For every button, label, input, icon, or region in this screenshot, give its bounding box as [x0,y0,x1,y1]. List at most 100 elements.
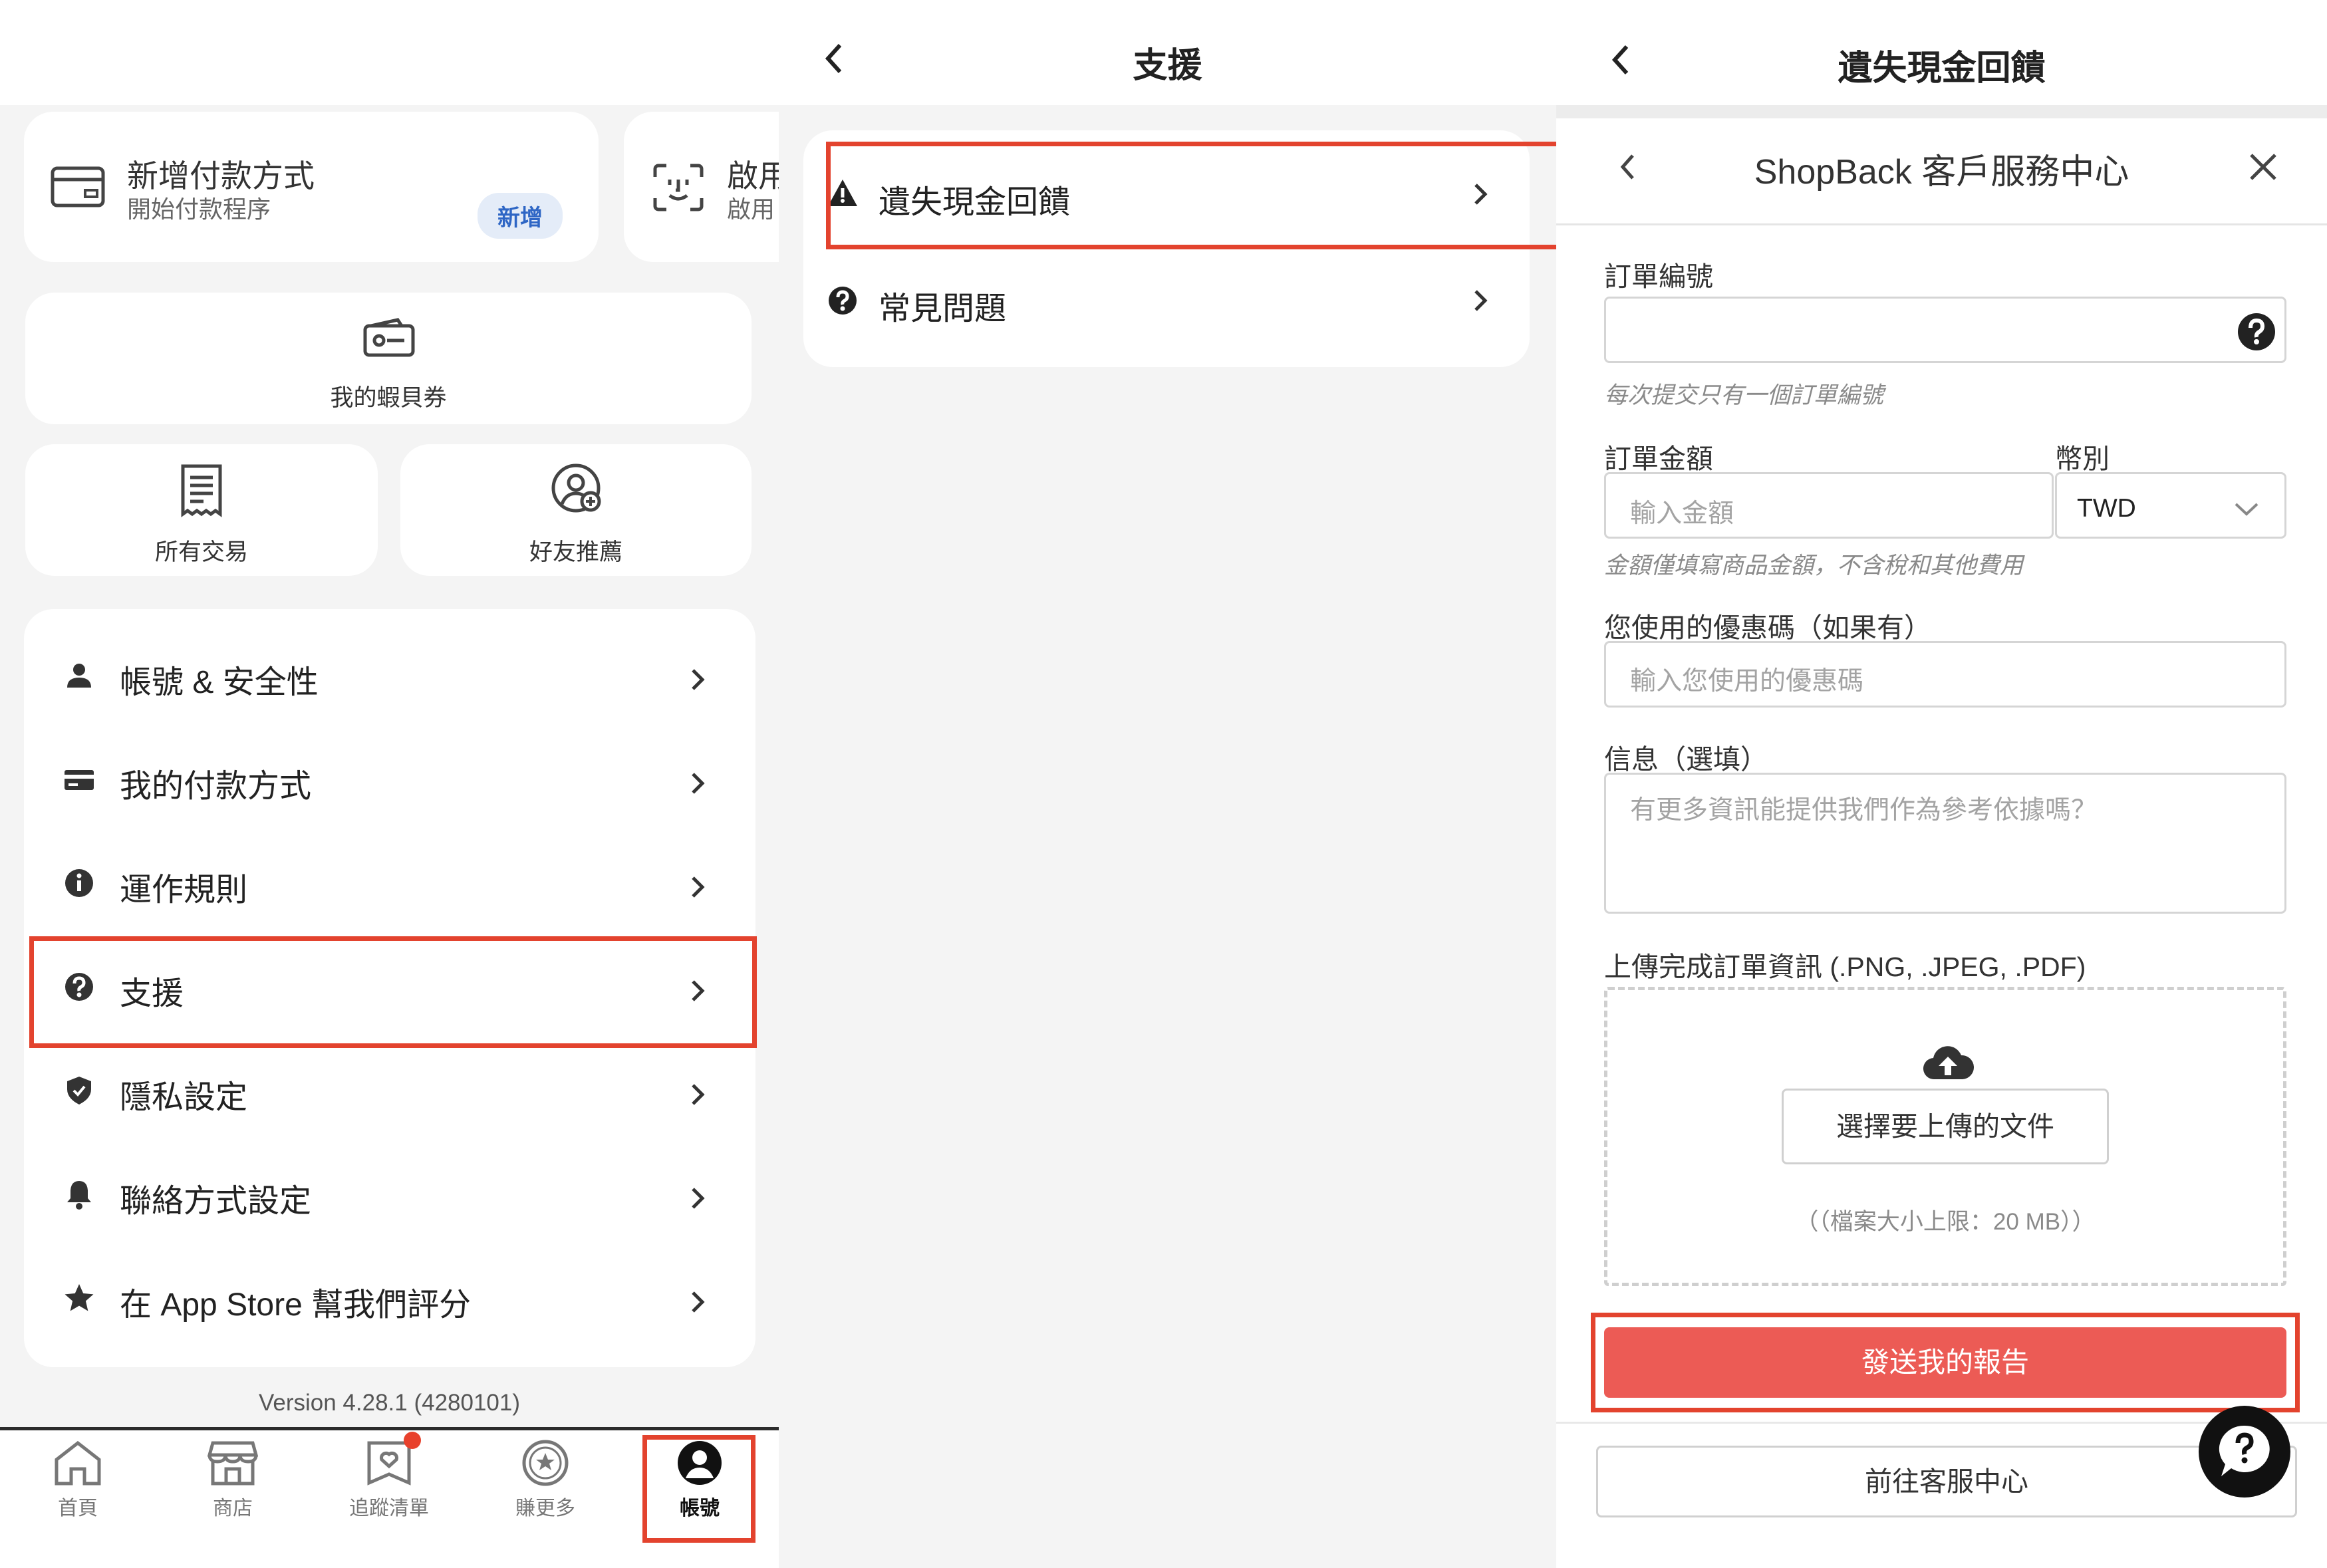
message-label: 信息（選填） [1604,744,1768,775]
sheet-divider [1556,223,2327,225]
home-icon [53,1440,103,1486]
add-payment-card[interactable]: 新增付款方式 開始付款程序 新增 [24,112,599,262]
help-icon [827,285,859,317]
lost-cashback-highlight-box [826,142,1556,249]
chat-help-button[interactable] [2199,1406,2290,1498]
chevron-right-icon [689,1081,706,1108]
transactions-label: 所有交易 [154,539,248,565]
card-icon [63,763,95,795]
coupon-placeholder: 輸入您使用的優惠碼 [1630,667,1864,696]
page-title: 遺失現金回饋 [1838,49,2046,88]
chevron-right-icon [1472,287,1489,314]
page-title: 支援 [1133,47,1202,85]
notification-dot [404,1432,421,1449]
referral-label: 好友推薦 [529,539,622,565]
menu-item-privacy[interactable]: 隱私設定 [0,1041,730,1145]
currency-label: 幣別 [2055,444,2110,474]
amount-label: 訂單金額 [1604,444,1713,474]
app-version: Version 4.28.1 (4280101) [258,1390,521,1416]
menu-label: 聯絡方式設定 [120,1184,312,1219]
tab-label: 追蹤清單 [349,1498,429,1519]
chat-help-icon [2217,1423,2272,1480]
sheet-title: ShopBack 客戶服務中心 [1754,153,2129,192]
account-panel: 新增付款方式 開始付款程序 新增 啟用 啟用 我的蝦貝券 所有交易 好友推薦 帳… [0,0,779,1568]
menu-item-rules[interactable]: 運作規則 [0,834,730,938]
vouchers-tile[interactable]: 我的蝦貝券 [25,293,752,424]
add-friend-icon [551,463,604,516]
tab-label: 首頁 [58,1498,98,1519]
order-id-label: 訂單編號 [1604,261,1713,292]
tab-earn-more[interactable]: 賺更多 [492,1440,599,1521]
choose-file-button[interactable]: 選擇要上傳的文件 [1782,1089,2109,1164]
payment-card-icon [51,166,105,207]
sheet-backdrop [1556,105,2327,118]
transactions-tile[interactable]: 所有交易 [25,444,378,576]
currency-select[interactable]: TWD [2055,472,2286,539]
message-textarea[interactable]: 有更多資訊能提供我們作為參考依據嗎？ [1604,773,2286,914]
chevron-right-icon [689,1185,706,1212]
cloud-upload-icon [1921,1045,1975,1082]
file-size-limit: （（檔案大小上限：20 MB）） [1795,1209,2096,1235]
chevron-right-icon [689,770,706,797]
amount-placeholder: 輸入金額 [1630,499,1734,528]
tab-watchlist[interactable]: 追蹤清單 [336,1432,442,1521]
amount-input[interactable]: 輸入金額 [1604,472,2054,539]
faceid-title: 啟用 [727,158,779,194]
menu-item-payment-methods[interactable]: 我的付款方式 [0,730,730,834]
upload-label: 上傳完成訂單資訊 (.PNG, .JPEG, .PDF) [1604,952,2086,982]
close-icon[interactable] [2248,152,2278,182]
currency-value: TWD [2077,494,2136,523]
account-tab-highlight-box [642,1435,755,1543]
tab-home[interactable]: 首頁 [25,1440,131,1521]
star-icon [63,1282,95,1314]
faceid-subtitle: 啟用 [727,196,775,223]
upload-dropzone[interactable]: 選擇要上傳的文件 （（檔案大小上限：20 MB）） [1604,987,2286,1286]
submit-highlight-box [1591,1313,2300,1412]
support-item-faq[interactable]: 常見問題 [821,251,1508,351]
status-area [0,0,779,105]
watchlist-icon [364,1432,421,1486]
referral-tile[interactable]: 好友推薦 [400,444,752,576]
menu-item-account-security[interactable]: 帳號 & 安全性 [0,626,730,730]
faceid-card[interactable]: 啟用 啟用 [624,112,779,262]
chevron-right-icon [689,666,706,693]
info-icon [63,867,95,899]
payment-card-subtitle: 開始付款程序 [127,196,271,223]
menu-item-rate-app[interactable]: 在 App Store 幫我們評分 [0,1249,730,1353]
receipt-icon [180,464,223,517]
earn-icon [520,1440,571,1486]
chevron-down-icon [2233,501,2260,518]
help-center-button[interactable]: 前往客服中心 [1596,1446,2297,1517]
tab-label: 商店 [213,1498,253,1519]
message-placeholder: 有更多資訊能提供我們作為參考依據嗎？ [1630,796,2098,825]
person-icon [63,660,95,692]
store-icon [207,1440,258,1486]
menu-label: 運作規則 [120,872,248,908]
order-id-hint: 每次提交只有一個訂單編號 [1604,382,1884,408]
coupon-label: 您使用的優惠碼（如果有） [1604,612,1931,643]
menu-item-contact-settings[interactable]: 聯絡方式設定 [0,1145,730,1249]
shield-icon [63,1075,95,1107]
voucher-icon [363,318,415,359]
support-item-label: 常見問題 [879,291,1007,327]
faceid-icon [653,164,704,211]
menu-label: 我的付款方式 [120,769,312,804]
order-id-input[interactable] [1604,297,2286,363]
menu-label: 在 App Store 幫我們評分 [120,1287,472,1323]
amount-hint: 金額僅填寫商品金額，不含稅和其他費用 [1604,553,2024,579]
support-highlight-box [29,936,757,1048]
new-badge[interactable]: 新增 [478,193,563,239]
chevron-right-icon [689,874,706,900]
help-icon[interactable] [2237,312,2276,352]
chevron-right-icon [689,1289,706,1315]
support-panel: 支援 遺失現金回饋 常見問題 [779,0,1556,1568]
tab-label: 賺更多 [515,1498,575,1519]
tab-store[interactable]: 商店 [180,1440,286,1521]
bell-icon [63,1178,95,1210]
menu-label: 帳號 & 安全性 [120,665,319,700]
menu-label: 隱私設定 [120,1080,248,1115]
vouchers-label: 我的蝦貝券 [330,385,447,411]
payment-card-title: 新增付款方式 [127,158,315,194]
coupon-input[interactable]: 輸入您使用的優惠碼 [1604,641,2286,708]
claim-panel: 遺失現金回饋 ShopBack 客戶服務中心 訂單編號 每次提交只有一個訂單編號… [1556,0,2327,1568]
